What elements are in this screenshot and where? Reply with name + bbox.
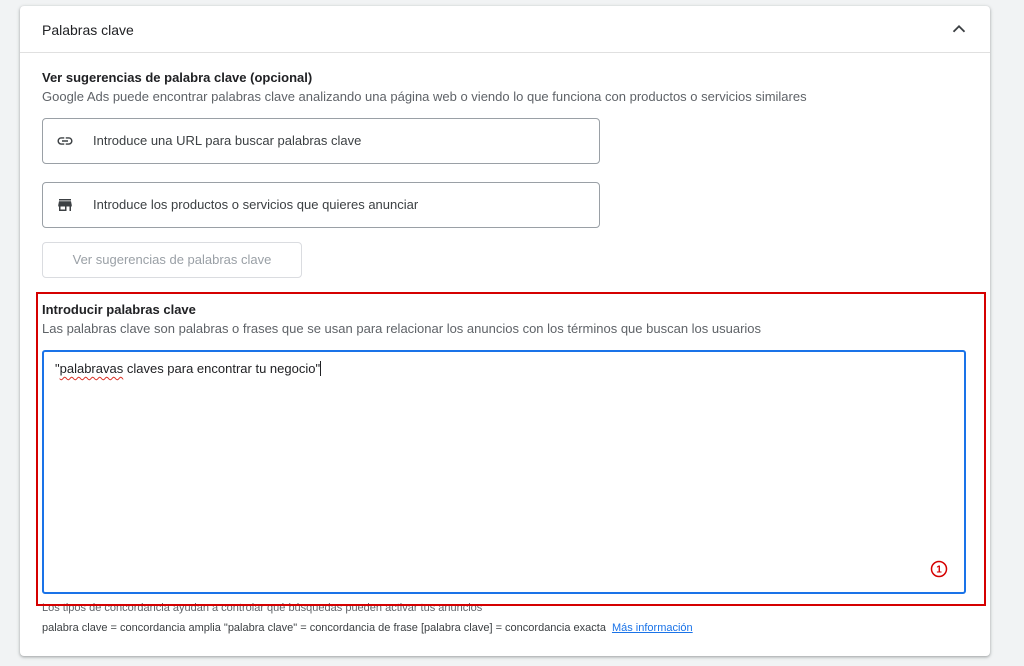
card-header[interactable]: Palabras clave: [20, 6, 990, 53]
products-input-placeholder: Introduce los productos o servicios que …: [93, 197, 419, 212]
url-input[interactable]: Introduce una URL para buscar palabras c…: [42, 118, 600, 164]
match-types-legend: palabra clave = concordancia amplia "pal…: [42, 622, 693, 634]
url-input-placeholder: Introduce una URL para buscar palabras c…: [93, 133, 362, 148]
link-icon: [57, 137, 73, 145]
more-info-link[interactable]: Más información: [612, 622, 693, 634]
store-icon: [58, 199, 72, 211]
card-title: Palabras clave: [42, 22, 134, 38]
see-suggestions-button[interactable]: Ver sugerencias de palabras clave: [42, 242, 302, 278]
suggestions-title: Ver sugerencias de palabra clave (opcion…: [42, 70, 313, 85]
chevron-up-icon[interactable]: [948, 18, 970, 40]
products-input[interactable]: Introduce los productos o servicios que …: [42, 182, 600, 228]
keywords-card: Palabras clave Ver sugerencias de palabr…: [20, 6, 990, 656]
suggestions-description: Google Ads puede encontrar palabras clav…: [42, 89, 807, 104]
highlight-frame: [36, 292, 986, 606]
